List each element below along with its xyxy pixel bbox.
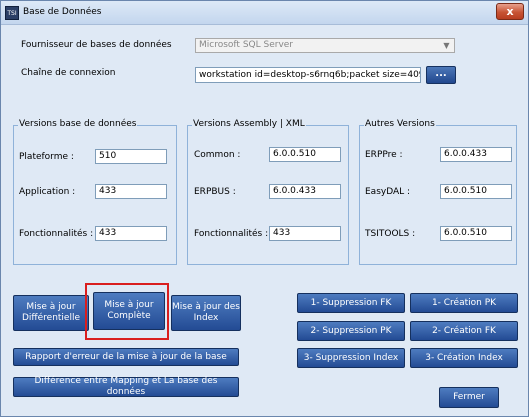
error-report-button[interactable]: Rapport d'erreur de la mise à jour de la… [13,348,239,366]
pk-delete-button[interactable]: 2- Suppression PK [297,321,405,341]
chevron-down-icon: ▼ [443,41,450,50]
title-bar: TSI Base de Données x [1,1,528,25]
window-title: Base de Données [23,7,102,17]
fk-create-button[interactable]: 2- Création FK [410,321,518,341]
common-field[interactable]: 6.0.0.510 [269,147,341,162]
erppre-field[interactable]: 6.0.0.433 [440,147,512,162]
pk-create-button[interactable]: 1- Création PK [410,293,518,313]
platform-label: Plateforme : [19,152,74,162]
tsitools-label: TSITOOLS : [365,229,416,239]
browse-connection-button[interactable]: ... [426,66,456,84]
database-window: TSI Base de Données x Fournisseur de bas… [0,0,529,417]
provider-select[interactable]: Microsoft SQL Server ▼ [195,38,455,53]
fk-delete-button[interactable]: 1- Suppression FK [297,293,405,313]
common-label: Common : [194,150,241,160]
assembly-versions-title: Versions Assembly | XML [192,119,306,129]
close-button[interactable]: Fermer [439,387,499,408]
close-window-button[interactable]: x [496,3,524,20]
app-icon: TSI [5,6,19,20]
provider-select-value: Microsoft SQL Server [199,40,294,50]
erppre-label: ERPPre : [365,150,403,160]
db-features-field[interactable]: 433 [95,226,167,241]
provider-label: Fournisseur de bases de données [21,40,172,50]
tsitools-field[interactable]: 6.0.0.510 [440,226,512,241]
easydal-label: EasyDAL : [365,187,411,197]
other-versions-title: Autres Versions [364,119,436,129]
differential-update-button[interactable]: Mise à jour Différentielle [13,295,89,331]
erpbus-field[interactable]: 6.0.0.433 [269,184,341,199]
easydal-field[interactable]: 6.0.0.510 [440,184,512,199]
index-delete-button[interactable]: 3- Suppression Index [297,348,405,368]
index-update-button[interactable]: Mise à jour des Index [171,295,241,331]
db-versions-title: Versions base de données [18,119,138,129]
index-create-button[interactable]: 3- Création Index [410,348,518,368]
selection-highlight [85,283,169,340]
connection-string-input[interactable]: workstation id=desktop-s6rnq6b;packet si… [195,67,421,83]
assembly-features-field[interactable]: 433 [269,226,341,241]
connection-label: Chaîne de connexion [21,68,116,78]
application-label: Application : [19,187,76,197]
application-field[interactable]: 433 [95,184,167,199]
platform-field[interactable]: 510 [95,149,167,164]
mapping-diff-button[interactable]: Différence entre Mapping et La base des … [13,376,239,397]
db-features-label: Fonctionnalités : [19,229,94,239]
erpbus-label: ERPBUS : [194,187,236,197]
assembly-features-label: Fonctionnalités : [194,229,269,239]
